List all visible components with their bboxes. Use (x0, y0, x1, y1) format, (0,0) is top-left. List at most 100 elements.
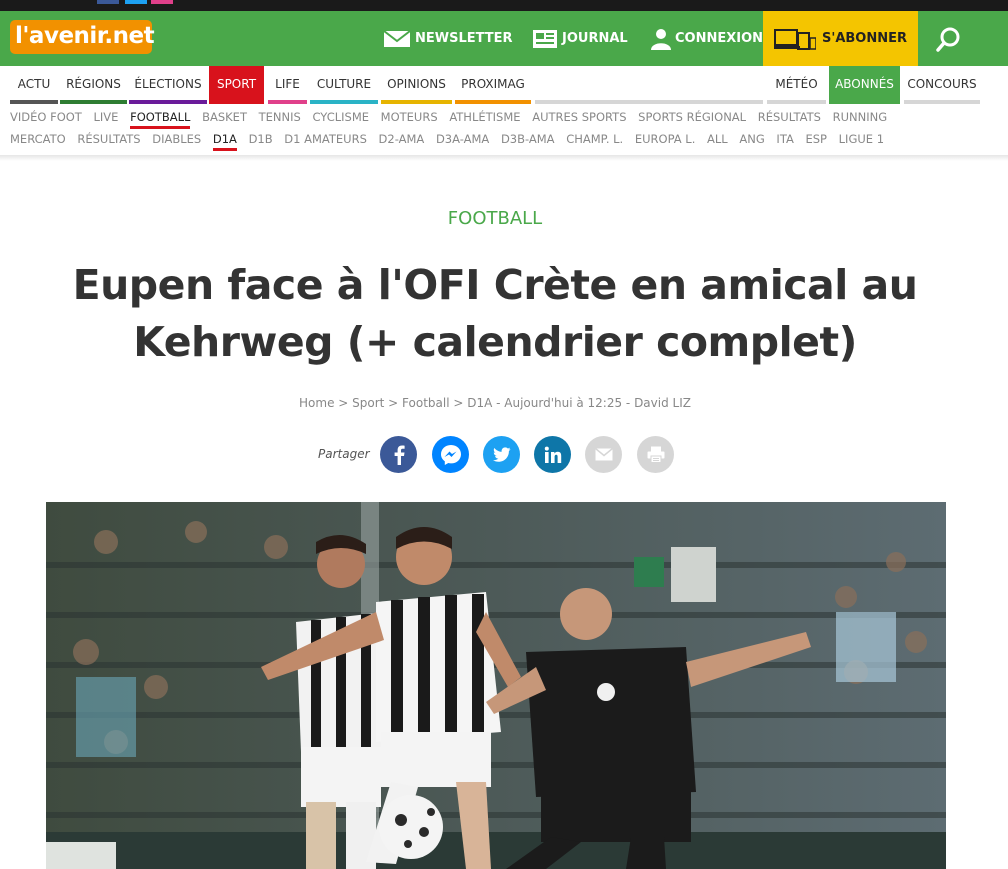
newsletter-label: NEWSLETTER (415, 31, 513, 46)
search-button[interactable] (925, 11, 973, 66)
nav-item-concours[interactable]: CONCOURS (904, 66, 980, 104)
nav-item-label: SPORT (216, 77, 257, 91)
site-logo[interactable]: l'avenir.net (10, 20, 155, 54)
subnav-item-autres-sports[interactable]: AUTRES SPORTS (532, 110, 626, 124)
connexion-link[interactable]: CONNEXION (651, 11, 763, 66)
nav-item-sport[interactable]: SPORT (209, 66, 264, 104)
subnav-item-ligue-1[interactable]: LIGUE 1 (839, 132, 884, 146)
subnav-item-europa-l[interactable]: EUROPA L. (635, 132, 696, 146)
nav-color-bar (10, 100, 58, 104)
subnav-item-d3a-ama[interactable]: D3A-AMA (436, 132, 489, 146)
nav-color-bar (129, 100, 207, 104)
subnav-item-live[interactable]: LIVE (94, 110, 119, 124)
logo-suffix: .net (104, 23, 155, 49)
share-facebook-button[interactable] (380, 436, 417, 473)
facebook-icon (394, 445, 405, 465)
nav-item-proximag[interactable]: PROXIMAG (455, 66, 531, 104)
subnav-item-basket[interactable]: BASKET (202, 110, 247, 124)
share-twitter-button[interactable] (483, 436, 520, 473)
subnav-item-resultats[interactable]: RÉSULTATS (758, 110, 821, 124)
subnav-item-mercato[interactable]: MERCATO (10, 132, 66, 146)
journal-link[interactable]: JOURNAL (532, 11, 628, 66)
subnav-item-ita[interactable]: ITA (776, 132, 793, 146)
nav-shadow (0, 155, 1008, 161)
nav-item-elections[interactable]: ÉLECTIONS (129, 66, 207, 104)
instagram-strip-icon[interactable] (151, 0, 173, 4)
article-hero-image (46, 502, 946, 869)
subnav-item-d1-amateurs[interactable]: D1 AMATEURS (284, 132, 367, 146)
share-linkedin-button[interactable] (534, 436, 571, 473)
subnav-item-cyclisme[interactable]: CYCLISME (312, 110, 369, 124)
subscribe-button[interactable]: S'ABONNER (763, 11, 918, 66)
nav-item-label: RÉGIONS (66, 77, 121, 91)
subnav-item-video-foot[interactable]: VIDÉO FOOT (10, 110, 82, 124)
subnav-item-d1b[interactable]: D1B (249, 132, 273, 146)
nav-color-bar (767, 100, 826, 104)
nav-color-bar (455, 100, 531, 104)
breadcrumb: Home > Sport > Football > D1A - Aujourd'… (299, 396, 691, 410)
subnav-item-esp[interactable]: ESP (805, 132, 827, 146)
subnav-item-champ-l[interactable]: CHAMP. L. (566, 132, 623, 146)
subnav-item-d1a[interactable]: D1A (212, 132, 237, 151)
nav-item-label: ABONNÉS (835, 77, 894, 91)
nav-item-label: ÉLECTIONS (134, 77, 202, 91)
sport-subnav: VIDÉO FOOT LIVE FOOTBALL BASKET TENNIS C… (10, 110, 895, 129)
user-icon (651, 28, 671, 50)
nav-color-bar (60, 100, 127, 104)
article-title-line2: Kehrweg (+ calendrier complet) (133, 318, 857, 366)
subnav-item-d2-ama[interactable]: D2-AMA (379, 132, 425, 146)
nav-item-actu[interactable]: ACTU (10, 66, 58, 104)
subnav-item-tennis[interactable]: TENNIS (259, 110, 301, 124)
nav-item-label: LIFE (275, 77, 300, 91)
nav-item-abonnes[interactable]: ABONNÉS (829, 66, 900, 104)
subnav-item-diables[interactable]: DIABLES (152, 132, 201, 146)
article-title-line1: Eupen face à l'OFI Crète en amical au (72, 261, 918, 309)
subnav-item-running[interactable]: RUNNING (833, 110, 888, 124)
nav-color-bar (535, 100, 763, 104)
subnav-item-moteurs[interactable]: MOTEURS (381, 110, 438, 124)
print-icon (647, 446, 664, 463)
article-title: Eupen face à l'OFI Crète en amical au Ke… (60, 257, 930, 371)
nav-item-opinions[interactable]: OPINIONS (381, 66, 452, 104)
logo-text: l'avenir (15, 23, 105, 49)
subnav-item-ang[interactable]: ANG (739, 132, 764, 146)
nav-item-label: CONCOURS (907, 77, 977, 91)
nav-item-meteo[interactable]: MÉTÉO (767, 66, 826, 104)
connexion-label: CONNEXION (675, 31, 764, 46)
newspaper-icon (533, 29, 557, 48)
subnav-item-resultats[interactable]: RÉSULTATS (77, 132, 140, 146)
twitter-strip-icon[interactable] (125, 0, 147, 4)
top-strip (0, 0, 1008, 11)
nav-item-label: CULTURE (316, 77, 372, 91)
nav-item-life[interactable]: LIFE (268, 66, 307, 104)
share-print-button[interactable] (637, 436, 674, 473)
subnav-item-athletisme[interactable]: ATHLÉTISME (449, 110, 520, 124)
twitter-icon (492, 446, 510, 462)
envelope-icon (383, 29, 411, 47)
subscribe-label: S'ABONNER (821, 31, 907, 46)
football-subnav: MERCATO RÉSULTATS DIABLES D1A D1B D1 AMA… (10, 132, 892, 151)
search-icon (936, 27, 960, 52)
nav-item-label: PROXIMAG (461, 77, 525, 91)
newsletter-link[interactable]: NEWSLETTER (383, 11, 513, 66)
nav-item-label: MÉTÉO (775, 77, 818, 91)
nav-spacer (535, 66, 763, 104)
devices-icon (773, 28, 816, 50)
article-category[interactable]: FOOTBALL (0, 208, 990, 229)
subnav-item-d3b-ama[interactable]: D3B-AMA (501, 132, 555, 146)
facebook-strip-icon[interactable] (97, 0, 119, 4)
nav-item-regions[interactable]: RÉGIONS (60, 66, 127, 104)
subnav-item-sports-regional[interactable]: SPORTS RÉGIONAL (638, 110, 746, 124)
subnav-item-all[interactable]: ALL (707, 132, 728, 146)
journal-label: JOURNAL (562, 31, 628, 46)
subnav-item-football[interactable]: FOOTBALL (130, 110, 191, 129)
nav-color-bar (381, 100, 452, 104)
nav-item-culture[interactable]: CULTURE (310, 66, 378, 104)
football-match-photo (46, 502, 946, 869)
nav-color-bar (268, 100, 307, 104)
site-header: l'avenir.net NEWSLETTER JOURNAL CONNEXIO… (0, 11, 1008, 66)
main-nav: ACTU RÉGIONS ÉLECTIONS SPORT LIFE CULTUR… (0, 66, 1008, 104)
share-messenger-button[interactable] (432, 436, 469, 473)
share-email-button[interactable] (585, 436, 622, 473)
linkedin-icon (544, 446, 561, 463)
